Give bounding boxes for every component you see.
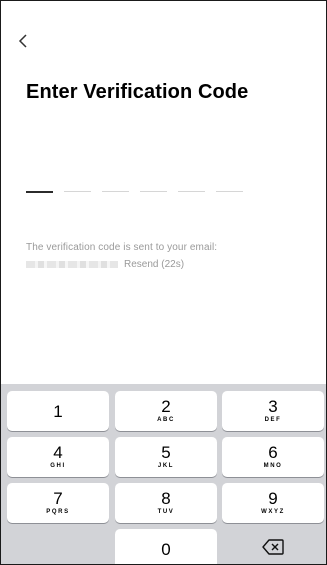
key-letters: TUV <box>157 509 175 515</box>
code-slot[interactable] <box>216 191 243 192</box>
backspace-icon <box>262 538 284 560</box>
key-2[interactable]: 2 ABC <box>115 391 217 431</box>
resend-link[interactable]: Resend (22s) <box>124 259 184 270</box>
key-0[interactable]: 0 <box>115 529 217 564</box>
key-digit: 4 <box>53 443 63 462</box>
key-1[interactable]: 1 <box>7 391 109 431</box>
key-4[interactable]: 4 GHI <box>7 437 109 477</box>
verification-info-text: The verification code is sent to your em… <box>26 242 218 253</box>
key-letters: GHI <box>50 463 66 469</box>
key-digit: 8 <box>161 489 171 508</box>
delete-key[interactable] <box>222 529 324 564</box>
key-5[interactable]: 5 JKL <box>115 437 217 477</box>
key-letters: MNO <box>263 463 283 469</box>
key-letters: ABC <box>157 417 175 423</box>
numeric-keypad: 1 2 ABC 3 DEF 4 GHI 5 JKL 6 MNO 7 PQRS 8 <box>1 384 326 564</box>
key-8[interactable]: 8 TUV <box>115 483 217 523</box>
key-digit: 5 <box>161 443 171 462</box>
code-slot[interactable] <box>64 191 91 192</box>
redacted-email <box>26 260 118 268</box>
key-digit: 2 <box>161 397 171 416</box>
key-3[interactable]: 3 DEF <box>222 391 324 431</box>
code-slot[interactable] <box>26 191 53 193</box>
key-9[interactable]: 9 WXYZ <box>222 483 324 523</box>
key-digit: 3 <box>268 397 278 416</box>
key-7[interactable]: 7 PQRS <box>7 483 109 523</box>
key-6[interactable]: 6 MNO <box>222 437 324 477</box>
verification-code-input[interactable] <box>26 191 246 195</box>
code-slot[interactable] <box>178 191 205 192</box>
page-title: Enter Verification Code <box>26 81 249 103</box>
key-letters: WXYZ <box>261 509 285 515</box>
email-line: Resend (22s) <box>26 257 184 271</box>
key-letters: DEF <box>264 417 282 423</box>
key-blank <box>7 529 109 564</box>
back-button[interactable] <box>15 31 33 51</box>
code-slot[interactable] <box>102 191 129 192</box>
screen: Enter Verification Code The verification… <box>0 0 327 565</box>
key-digit: 9 <box>268 489 278 508</box>
key-letters: JKL <box>157 463 175 469</box>
key-letters: PQRS <box>46 509 70 515</box>
key-digit: 1 <box>53 401 63 421</box>
code-slot[interactable] <box>140 191 167 192</box>
key-digit: 7 <box>53 489 63 508</box>
key-digit: 6 <box>268 443 278 462</box>
key-digit: 0 <box>161 539 171 559</box>
chevron-left-icon <box>15 31 33 51</box>
